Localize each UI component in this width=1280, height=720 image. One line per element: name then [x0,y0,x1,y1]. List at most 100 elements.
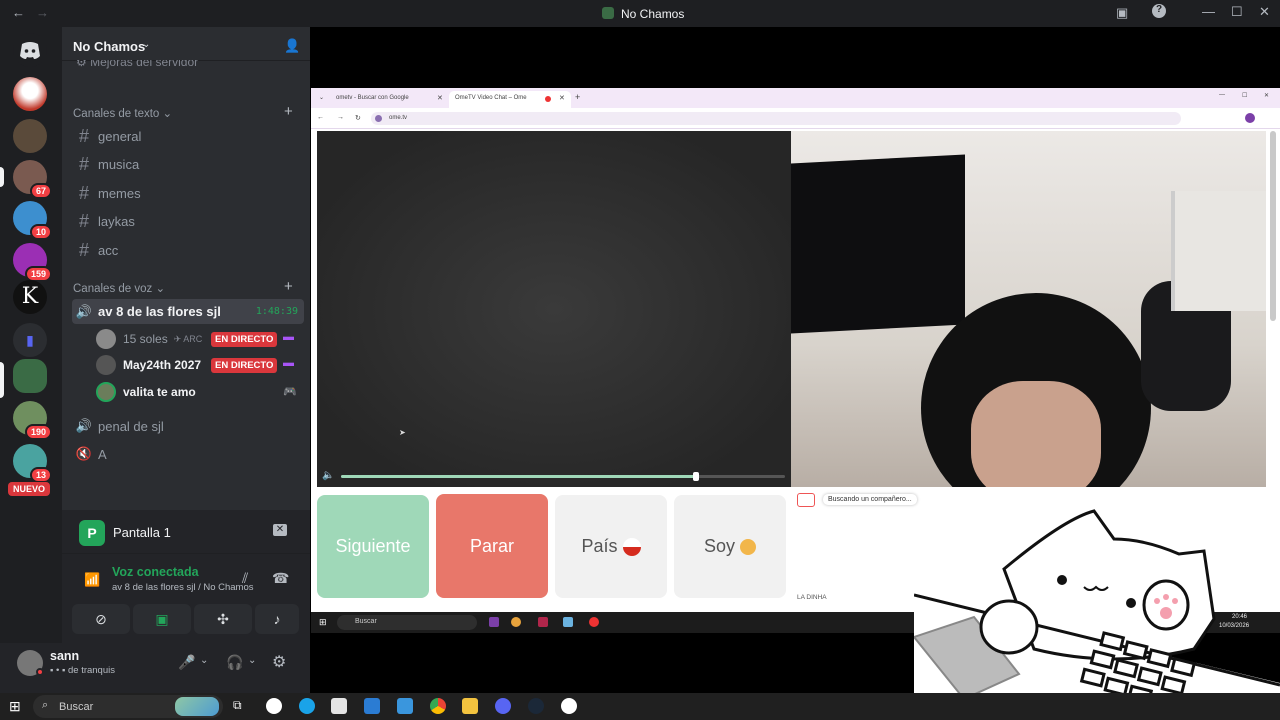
voice-connected-label[interactable]: Voz conectada [112,565,199,579]
windows-start-icon[interactable]: ⊞ [9,698,21,715]
add-member-icon[interactable]: 👤 [284,38,300,54]
server-avatar-4[interactable]: 10 [13,201,52,240]
noise-suppression-icon[interactable]: ⫽ [242,570,248,587]
back-arrow-icon[interactable]: ← [12,5,25,20]
new-tab-icon[interactable]: + [575,92,580,102]
channel-musica[interactable]: # musica [72,151,304,177]
taskbar-app-icon[interactable] [538,617,548,627]
file-explorer-icon[interactable] [462,698,478,714]
profile-avatar[interactable] [1245,113,1255,123]
taskbar-app-icon[interactable] [589,617,599,627]
task-view-icon[interactable]: ⧉ [233,698,249,714]
channel-general[interactable]: # general [72,123,304,149]
edge-icon[interactable] [299,698,315,714]
tab-google[interactable]: ometv - Buscar con Google ✕ [331,91,449,108]
maximize-icon[interactable]: ☐ [1231,4,1243,20]
chrome-icon[interactable] [511,617,521,627]
stream-preview[interactable]: P Pantalla 1 ✕ [62,510,310,554]
self-video [791,131,1266,487]
discord-icon[interactable] [495,698,511,714]
server-avatar-8[interactable]: 190 [13,401,52,440]
taskbar-app-icon[interactable] [489,617,499,627]
stop-stream-icon[interactable]: ✕ [273,524,287,536]
server-header[interactable]: No Chamos ⌄ 👤 [62,27,310,61]
voice-user[interactable]: valita te amo [96,380,196,404]
inbox-icon[interactable]: ▣ [1116,5,1128,21]
tab-ometv[interactable]: OmeTV Video Chat – Ome ✕ [449,91,571,108]
camera-button[interactable]: ⊘ [72,604,130,634]
gender-button[interactable]: Soy [674,495,786,598]
close-icon[interactable]: ✕ [1259,4,1270,20]
inner-search[interactable]: Buscar [337,615,477,630]
channel-laykas[interactable]: # laykas [72,208,304,234]
voice-connected-detail[interactable]: av 8 de las flores sjl / No Chamos [112,582,254,593]
maximize-icon[interactable]: ☐ [1242,92,1247,99]
url-text: ome.tv [389,115,408,121]
taskbar-search[interactable]: ⌕ Buscar [33,695,223,718]
server-avatar-no-chamos[interactable] [13,359,47,393]
store-icon[interactable] [331,698,347,714]
server-avatar-2[interactable] [13,119,47,153]
steam-icon[interactable] [528,698,544,714]
reload-icon[interactable]: ↻ [355,114,361,122]
chevron-down-icon[interactable]: ⌄ [248,655,256,666]
volume-icon[interactable]: 🔈 [322,470,334,481]
tab-close-icon[interactable]: ✕ [437,94,443,102]
taskbar-app-icon[interactable] [563,617,573,627]
chrome-icon[interactable] [430,698,446,714]
tab-close-icon[interactable]: ✕ [559,94,565,102]
channel-acc[interactable]: # acc [72,237,304,263]
activities-button[interactable]: ✣ [194,604,252,634]
server-avatar-5[interactable]: 159 [13,243,52,282]
voice-channel-active[interactable]: 🔊 av 8 de las flores sjl 1:48:39 [72,299,304,324]
headphones-icon[interactable]: 🎧 [226,654,243,671]
voice-channel[interactable]: 🔇 A [72,441,304,467]
text-category[interactable]: Canales de texto ⌄ [73,106,172,120]
address-bar[interactable]: ome.tv [371,112,1181,125]
stream-avatar: P [79,520,105,546]
settings-gear-icon[interactable]: ⚙ [272,652,286,672]
server-avatar-7[interactable]: ▮ [13,323,47,357]
forward-arrow-icon[interactable]: → [36,5,49,20]
copilot-icon[interactable] [266,698,282,714]
channel-label: laykas [98,213,135,229]
volume-knob[interactable] [693,472,700,481]
obs-icon[interactable] [561,698,577,714]
chevron-down-icon[interactable]: ⌄ [200,655,208,666]
add-channel-icon[interactable]: + [284,103,293,120]
voice-category[interactable]: Canales de voz ⌄ [73,281,165,295]
site-info-icon[interactable] [375,115,382,122]
close-icon[interactable]: ✕ [1264,92,1269,99]
screen-share-button[interactable]: ▣ [133,604,191,634]
disconnect-icon[interactable]: ☎ [272,570,289,587]
outlook-icon[interactable] [364,698,380,714]
tab-menu-icon[interactable]: ⌄ [319,94,324,101]
next-button[interactable]: Siguiente [317,495,429,598]
server-avatar-6[interactable]: K [13,280,47,314]
minimize-icon[interactable]: — [1219,92,1225,98]
volume-slider[interactable] [341,472,785,481]
server-avatar-1[interactable] [13,77,47,111]
country-button[interactable]: País [555,495,667,598]
voice-channel[interactable]: 🔊 penal de sjl [72,413,304,439]
server-avatar-3[interactable]: 67 [13,160,52,199]
soundboard-button[interactable]: ♪ [255,604,299,634]
scrollbar[interactable] [1270,131,1276,321]
windows-start-icon[interactable]: ⊞ [319,617,327,628]
back-arrow-icon[interactable]: ← [317,114,324,121]
server-boost-item[interactable]: ⚙ Mejoras del servidor [76,60,198,70]
voice-user[interactable]: May24th 2027 [96,353,201,377]
forward-arrow-icon[interactable]: → [337,114,344,121]
microphone-icon[interactable]: 🎤 [178,654,195,671]
activity-status: ✈ ARC [173,333,203,344]
app-icon[interactable] [397,698,413,714]
server-avatar-9[interactable]: 13 [13,444,52,483]
user-account-area[interactable]: sann ▪ • ▪ de tranquis 🎤 ⌄ 🎧 ⌄ ⚙ [0,643,310,693]
help-icon[interactable]: ? [1152,4,1166,18]
add-voice-channel-icon[interactable]: + [284,278,293,295]
discord-home-icon[interactable] [13,33,47,67]
stop-button[interactable]: Parar [436,494,548,598]
minimize-icon[interactable]: — [1202,4,1215,19]
channel-memes[interactable]: # memes [72,180,304,206]
voice-user[interactable]: 15 soles ✈ ARC [96,327,202,351]
